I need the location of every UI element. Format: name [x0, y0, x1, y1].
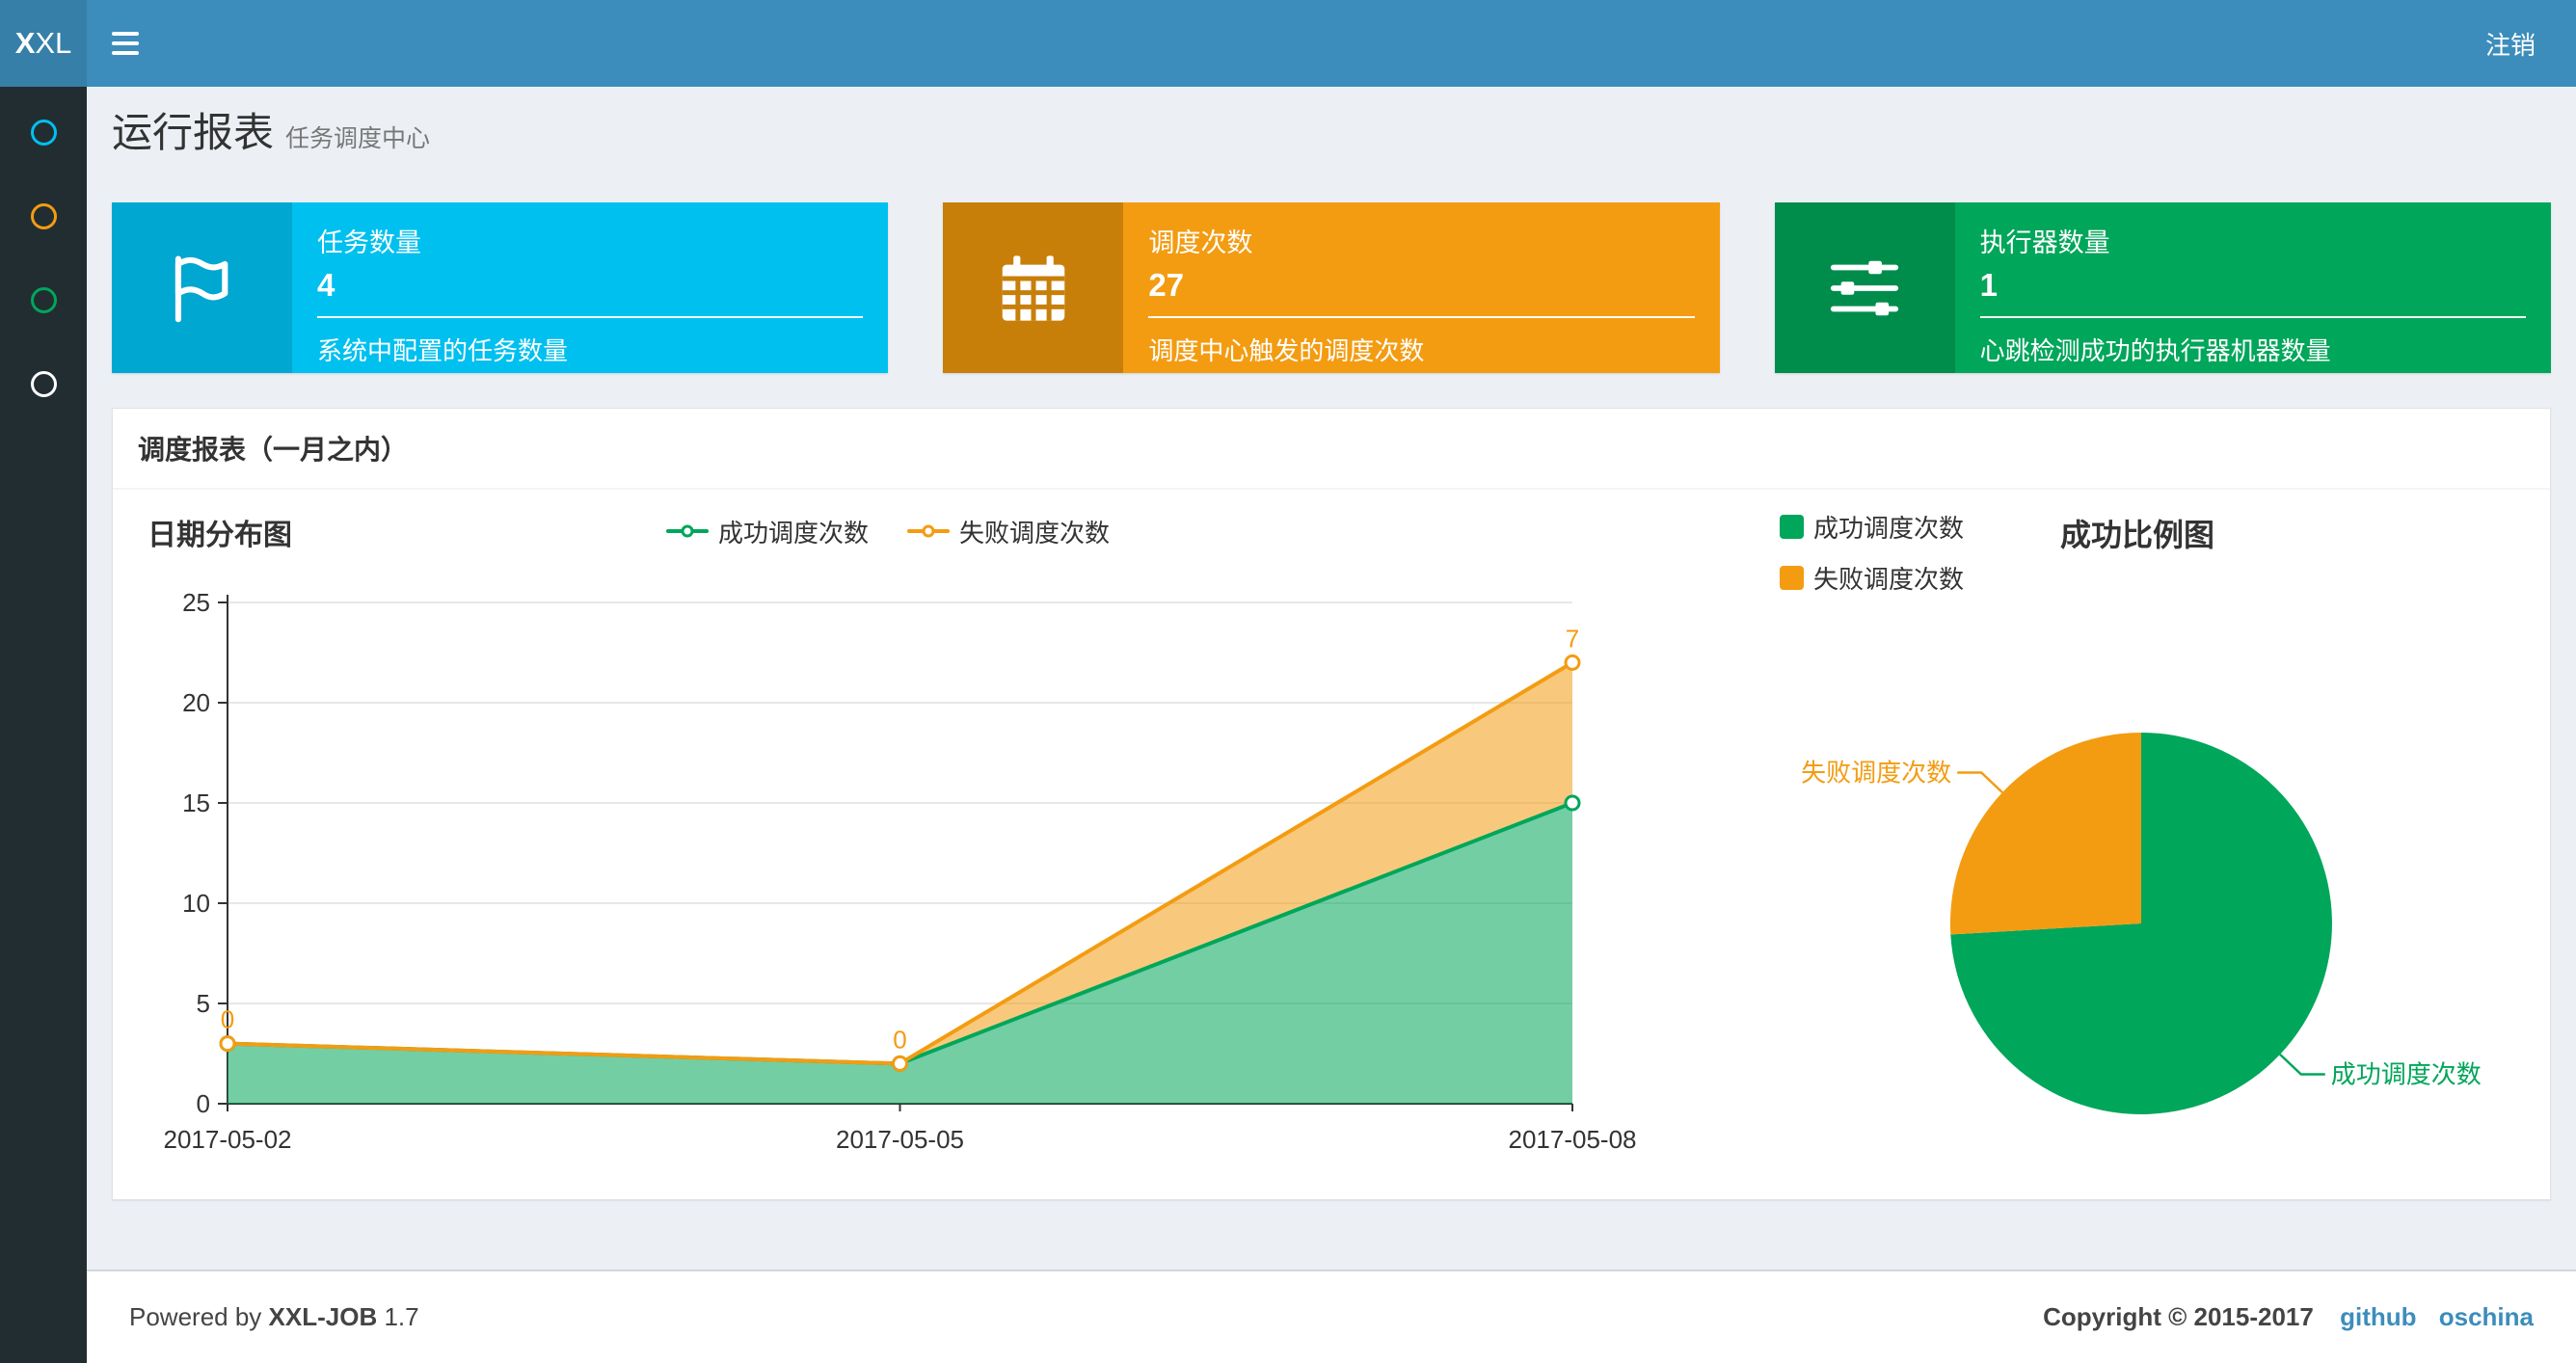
- info-box-desc: 调度中心触发的调度次数: [1148, 336, 1425, 365]
- oschina-link[interactable]: oschina: [2439, 1302, 2534, 1331]
- divider: [1148, 316, 1695, 318]
- footer: Powered by XXL-JOB 1.7 Copyright © 2015-…: [87, 1269, 2576, 1363]
- svg-text:10: 10: [182, 889, 210, 918]
- pie-chart-title: 成功比例图: [2060, 518, 2215, 552]
- svg-text:7: 7: [1566, 624, 1579, 653]
- line-chart-legend: 成功调度次数 失败调度次数: [665, 514, 1110, 549]
- logout-link[interactable]: 注销: [2445, 26, 2576, 62]
- powered-by: Powered by XXL-JOB 1.7: [129, 1302, 419, 1331]
- svg-text:15: 15: [182, 788, 210, 817]
- info-box-title: 调度次数: [1148, 228, 1253, 257]
- github-link[interactable]: github: [2340, 1302, 2416, 1331]
- date-distribution-chart: 日期分布图 成功调度次数 失败调度次数 0 5 10 15 20 25 2017…: [136, 503, 1640, 1176]
- copyright: Copyright © 2015-2017 github oschina: [2043, 1302, 2534, 1331]
- sidebar-item-4[interactable]: [0, 342, 87, 426]
- legend-item-success[interactable]: 成功调度次数: [1780, 509, 1964, 545]
- svg-text:0: 0: [893, 1025, 906, 1054]
- flag-icon: [112, 202, 292, 373]
- info-box-desc: 系统中配置的任务数量: [317, 336, 569, 365]
- line-legend-icon: [907, 524, 950, 538]
- page-subtitle: 任务调度中心: [285, 125, 431, 152]
- info-box-title: 任务数量: [317, 228, 421, 257]
- logo-text-bold: X: [14, 26, 36, 60]
- sidebar-item-3[interactable]: [0, 258, 87, 342]
- info-box-value: 4: [317, 267, 335, 303]
- content-area: 运行报表 任务调度中心 任务数量 4 系统中配置的任务数量 调度次数 27 调度…: [87, 87, 2576, 1269]
- svg-text:5: 5: [197, 989, 210, 1018]
- line-chart-title: 日期分布图: [148, 520, 292, 551]
- divider: [1979, 316, 2526, 318]
- navbar-main: 注销: [87, 0, 2576, 87]
- svg-text:成功调度次数: 成功调度次数: [2331, 1060, 2482, 1089]
- xxl-job-dashboard: X XL 注销 运行报表 任务调度中心 任务数量 4 系统中配置的任务数量 调度…: [0, 0, 2576, 1363]
- square-legend-icon: [1780, 566, 1804, 590]
- content-header: 运行报表 任务调度中心: [112, 110, 2551, 162]
- info-box-title: 执行器数量: [1979, 228, 2110, 257]
- sliders-icon: [1774, 202, 1955, 373]
- stacked-area-chart: 0 5 10 15 20 25 2017-05-02 2017-05-05 2017-05-08…: [136, 559, 1640, 1176]
- calendar-icon: [943, 202, 1124, 373]
- svg-text:2017-05-05: 2017-05-05: [836, 1125, 964, 1154]
- legend-item-fail[interactable]: 失败调度次数: [1780, 560, 1964, 596]
- circle-icon: [30, 371, 57, 397]
- divider: [317, 316, 864, 318]
- info-box-jobs: 任务数量 4 系统中配置的任务数量: [112, 202, 889, 373]
- logo-text: XL: [35, 26, 72, 60]
- sidebar: [0, 87, 87, 1363]
- circle-icon: [30, 120, 57, 146]
- info-box-value: 27: [1148, 267, 1185, 303]
- info-boxes-row: 任务数量 4 系统中配置的任务数量 调度次数 27 调度中心触发的调度次数 执行…: [112, 202, 2551, 373]
- circle-icon: [30, 203, 57, 229]
- svg-text:20: 20: [182, 688, 210, 717]
- sidebar-toggle-button[interactable]: [87, 0, 164, 87]
- svg-text:2017-05-02: 2017-05-02: [164, 1125, 292, 1154]
- pie-chart: 成功调度次数 失败调度次数: [1640, 596, 2527, 1155]
- info-box-executors: 执行器数量 1 心跳检测成功的执行器机器数量: [1774, 202, 2551, 373]
- svg-text:0: 0: [221, 1005, 234, 1034]
- info-box-value: 1: [1979, 267, 1999, 303]
- success-ratio-chart: 成功调度次数 失败调度次数 成功比例图 成功调度次数 失败调度次数: [1640, 503, 2527, 1176]
- panel-header: 调度报表（一月之内）: [113, 409, 2550, 490]
- svg-text:失败调度次数: 失败调度次数: [1801, 759, 1951, 788]
- legend-item-success[interactable]: 成功调度次数: [665, 514, 869, 549]
- panel-body: 日期分布图 成功调度次数 失败调度次数 0 5 10 15 20 25 2017…: [113, 490, 2550, 1199]
- page-title: 运行报表 任务调度中心: [112, 110, 431, 155]
- sidebar-item-1[interactable]: [0, 91, 87, 174]
- svg-text:2017-05-08: 2017-05-08: [1509, 1125, 1637, 1154]
- logo[interactable]: X XL: [0, 0, 87, 87]
- svg-text:25: 25: [182, 588, 210, 617]
- schedule-report-panel: 调度报表（一月之内） 日期分布图 成功调度次数 失败调度次数 0 5 10 15…: [112, 408, 2551, 1200]
- line-legend-icon: [665, 524, 709, 538]
- circle-icon: [30, 287, 57, 313]
- svg-text:0: 0: [197, 1089, 210, 1118]
- info-box-triggers: 调度次数 27 调度中心触发的调度次数: [943, 202, 1720, 373]
- hamburger-icon: [112, 32, 139, 36]
- legend-item-fail[interactable]: 失败调度次数: [907, 514, 1110, 549]
- sidebar-item-2[interactable]: [0, 174, 87, 258]
- pie-chart-legend: 成功调度次数 失败调度次数: [1780, 509, 1964, 596]
- info-box-desc: 心跳检测成功的执行器机器数量: [1979, 336, 2331, 365]
- panel-title: 调度报表（一月之内）: [138, 435, 409, 465]
- top-navbar: X XL 注销: [0, 0, 2576, 87]
- square-legend-icon: [1780, 515, 1804, 539]
